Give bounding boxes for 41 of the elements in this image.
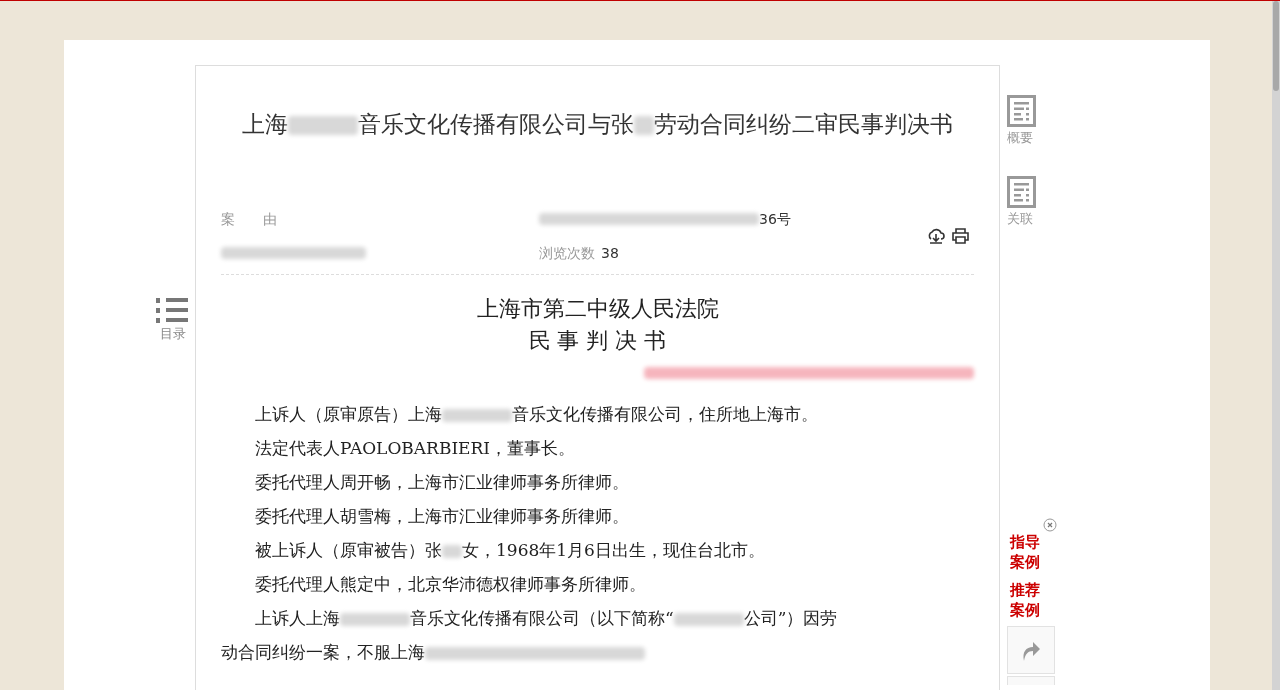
paragraph-text: 委托代理人胡雪梅，上海市汇业律师事务所律师。 <box>255 506 629 526</box>
document-icon <box>1007 176 1036 208</box>
print-icon[interactable] <box>951 227 970 245</box>
field-label: 案 由 <box>221 209 277 229</box>
paragraph-text: 女，1968年1月6日出生，现住台北市。 <box>462 540 765 560</box>
paragraph-text: 委托代理人周开畅，上海市汇业律师事务所律师。 <box>255 472 629 492</box>
paragraph-text: 公司”）因劳 <box>743 608 838 628</box>
case-link[interactable]: 指导案例 <box>1010 532 1043 572</box>
paragraph-text: 委托代理人熊定中，北京华沛德权律师事务所律师。 <box>255 574 646 594</box>
close-icon <box>1043 518 1057 532</box>
document-type: 民 事 判 决 书 <box>528 328 667 353</box>
case-link[interactable]: 推荐案例 <box>1010 580 1043 620</box>
redacted-text-block <box>442 408 512 423</box>
share-button[interactable] <box>1007 626 1055 674</box>
download-icon[interactable] <box>927 227 945 245</box>
paragraph-text: 法定代表人PAOLOBARBIERI，董事长。 <box>255 438 576 458</box>
paragraph-text: 上诉人（原审原告）上海 <box>255 404 442 424</box>
field-value: 38 <box>601 243 619 263</box>
toc-button[interactable]: 目录 <box>156 296 190 342</box>
scrollbar[interactable] <box>1272 1 1280 690</box>
paragraph-text: 被上诉人（原审被告）张 <box>255 540 442 560</box>
paragraph-text: 上诉人上海 <box>255 608 340 628</box>
numbered-list-icon <box>156 296 190 326</box>
redacted-text-block <box>340 612 410 627</box>
paragraph-text: 音乐文化传播有限公司（以下简称“ <box>410 608 674 628</box>
paragraph-text: 音乐文化传播有限公司，住所地上海市。 <box>512 404 818 424</box>
sidebar-tool-button[interactable]: 概要 <box>1007 95 1047 146</box>
title-text: 劳动合同纠纷二审民事判决书 <box>654 111 953 137</box>
field-value: 36号 <box>759 209 791 229</box>
redacted-text-block <box>673 612 744 627</box>
field-label: 浏览次数 <box>539 243 595 263</box>
court-name: 上海市第二中级人民法院 <box>476 296 719 321</box>
close-button[interactable] <box>1043 518 1057 532</box>
redacted-text-block <box>442 544 462 559</box>
title-text: 上海 <box>242 111 288 137</box>
sidebar-tool-button[interactable]: 关联 <box>1007 176 1047 227</box>
paragraph-text: 动合同纠纷一案，不服上海 <box>221 642 425 662</box>
document-icon <box>1007 95 1036 127</box>
title-text: 音乐文化传播有限公司与张 <box>358 111 634 137</box>
redacted-text-block <box>634 116 654 135</box>
redacted-text-block <box>288 116 358 135</box>
